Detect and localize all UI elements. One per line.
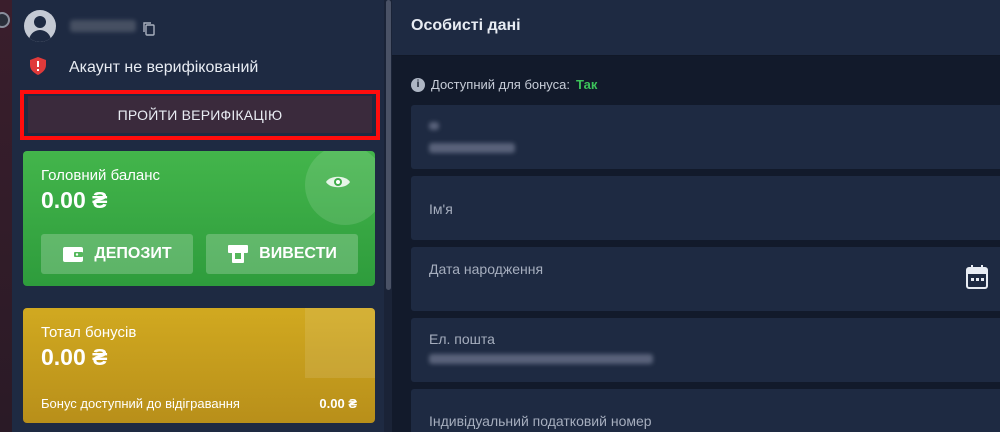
- avatar-body: [29, 30, 51, 42]
- bonus-watermark-icon: [305, 308, 375, 378]
- id-field[interactable]: [411, 105, 1000, 169]
- background-edge: [0, 0, 12, 432]
- calendar-icon[interactable]: [966, 265, 988, 289]
- bonus-eligibility-value: Так: [576, 77, 598, 92]
- deposit-button-label: ДЕПОЗИТ: [94, 245, 172, 262]
- deposit-button[interactable]: ДЕПОЗИТ: [41, 234, 193, 274]
- shield-icon: [30, 57, 46, 75]
- user-id-redacted: [70, 20, 136, 32]
- first-name-label: Ім'я: [429, 201, 453, 217]
- bonus-eligibility: i Доступний для бонуса: Так: [411, 77, 597, 92]
- main-balance-card: Головний баланс 0.00 ₴ ДЕПОЗИТ ВИВЕСТИ: [23, 151, 375, 286]
- panel-header: Особисті дані: [392, 0, 1000, 56]
- email-label: Ел. пошта: [429, 331, 495, 347]
- verification-status: Акаунт не верифікований: [69, 59, 259, 76]
- withdraw-button[interactable]: ВИВЕСТИ: [206, 234, 358, 274]
- email-field[interactable]: Ел. пошта: [411, 318, 1000, 382]
- first-name-field[interactable]: Ім'я: [411, 176, 1000, 240]
- field-label-redacted: [429, 122, 439, 130]
- personal-data-panel: Особисті дані i Доступний для бонуса: Та…: [392, 0, 1000, 432]
- atm-icon: [228, 245, 249, 263]
- copy-icon[interactable]: [143, 22, 155, 36]
- tax-id-field[interactable]: Індивідуальний податковий номер: [411, 389, 1000, 432]
- main-balance-value: 0.00 ₴: [41, 187, 108, 213]
- avatar[interactable]: [24, 10, 56, 42]
- page-title: Особисті дані: [411, 17, 521, 34]
- bonus-available-label: Бонус доступний до відігравання: [41, 396, 240, 411]
- bonus-eligibility-label: Доступний для бонуса:: [431, 77, 571, 92]
- eye-icon[interactable]: [325, 173, 351, 191]
- bonus-total-label: Тотал бонусів: [41, 324, 137, 341]
- email-value-redacted: [429, 354, 653, 364]
- withdraw-button-label: ВИВЕСТИ: [259, 245, 337, 262]
- main-balance-label: Головний баланс: [41, 167, 161, 184]
- avatar-head: [34, 16, 46, 28]
- bonus-available-value: 0.00 ₴: [319, 396, 357, 411]
- verify-button[interactable]: ПРОЙТИ ВЕРИФІКАЦІЮ: [28, 96, 372, 133]
- sidebar-scrollbar-thumb[interactable]: [386, 0, 391, 290]
- birth-date-field[interactable]: Дата народження: [411, 247, 1000, 311]
- info-icon[interactable]: i: [411, 77, 425, 92]
- bonus-balance-card: Тотал бонусів 0.00 ₴ Бонус доступний до …: [23, 308, 375, 423]
- wallet-icon: [63, 247, 84, 262]
- birth-date-label: Дата народження: [429, 261, 544, 277]
- bonus-total-value: 0.00 ₴: [41, 344, 108, 370]
- field-value-redacted: [429, 143, 515, 153]
- tax-id-label: Індивідуальний податковий номер: [429, 413, 652, 429]
